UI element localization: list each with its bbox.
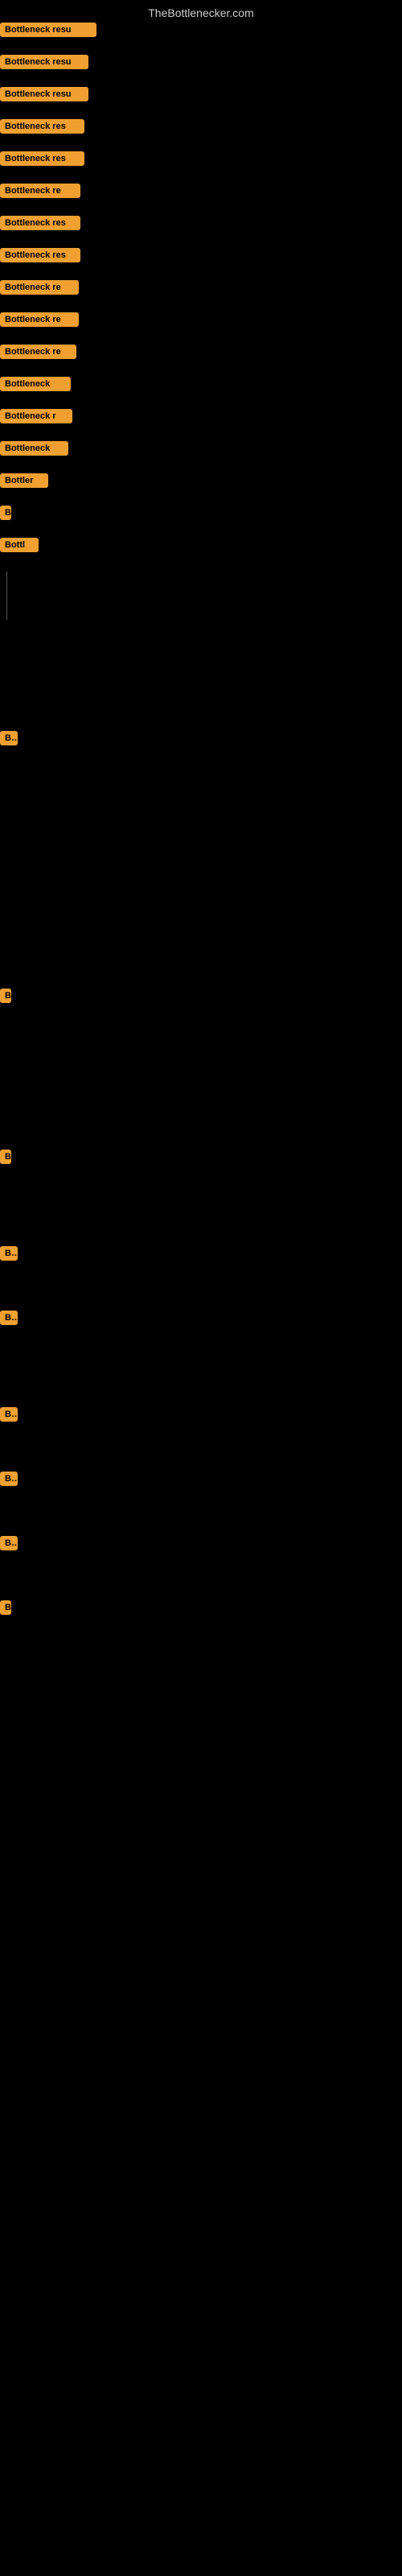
badge-25[interactable]: Bo [0, 1536, 18, 1550]
badge-5[interactable]: Bottleneck res [0, 151, 84, 166]
badge-20[interactable]: B [0, 1150, 11, 1164]
badge-13[interactable]: Bottleneck r [0, 409, 72, 423]
vertical-line [6, 572, 7, 620]
badge-2[interactable]: Bottleneck resu [0, 55, 88, 69]
badge-10[interactable]: Bottleneck re [0, 312, 79, 327]
badge-16[interactable]: B [0, 506, 11, 520]
badge-23[interactable]: Bo [0, 1407, 18, 1422]
badge-6[interactable]: Bottleneck re [0, 184, 80, 198]
site-title: TheBottlenecker.com [0, 6, 402, 19]
badge-17[interactable]: Bottl [0, 538, 39, 552]
badge-22[interactable]: Bo [0, 1311, 18, 1325]
badge-4[interactable]: Bottleneck res [0, 119, 84, 134]
badge-24[interactable]: Bo [0, 1472, 18, 1486]
badge-18[interactable]: Bo [0, 731, 18, 745]
badge-3[interactable]: Bottleneck resu [0, 87, 88, 101]
badge-9[interactable]: Bottleneck re [0, 280, 79, 295]
badge-15[interactable]: Bottler [0, 473, 48, 488]
badge-12[interactable]: Bottleneck [0, 377, 71, 391]
badge-21[interactable]: Bo [0, 1246, 18, 1261]
badge-11[interactable]: Bottleneck re [0, 345, 76, 359]
badge-14[interactable]: Bottleneck [0, 441, 68, 456]
badge-8[interactable]: Bottleneck res [0, 248, 80, 262]
badge-19[interactable]: B [0, 989, 11, 1003]
badge-7[interactable]: Bottleneck res [0, 216, 80, 230]
badge-26[interactable]: B [0, 1600, 11, 1615]
badge-1[interactable]: Bottleneck resu [0, 23, 96, 37]
